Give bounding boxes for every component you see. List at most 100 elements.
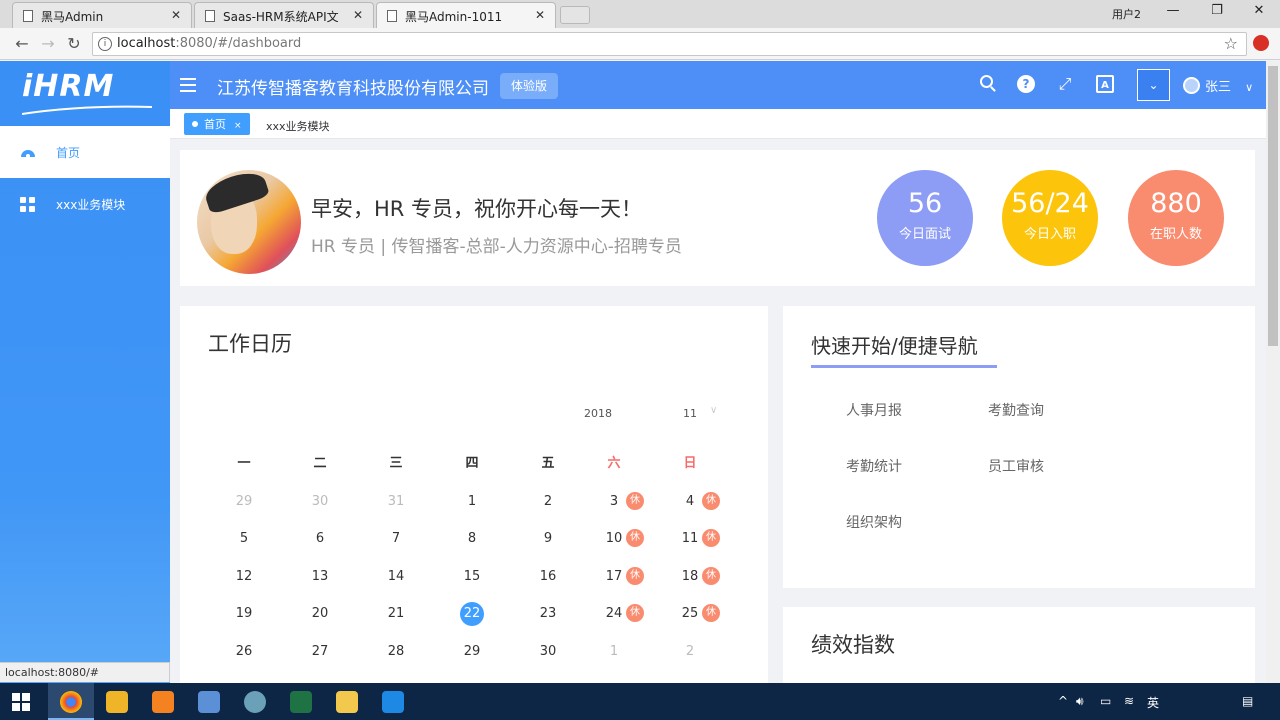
- link-org-structure[interactable]: 组织架构: [846, 512, 902, 532]
- browser-tab-api-docs[interactable]: Saas-HRM系统API文 ✕: [194, 2, 374, 28]
- calendar-day[interactable]: 5: [214, 531, 274, 546]
- calendar-day[interactable]: 8: [442, 531, 502, 546]
- tray-arrow-icon[interactable]: ^: [1058, 694, 1068, 708]
- calendar-day[interactable]: 14: [366, 569, 426, 584]
- menu-toggle-icon[interactable]: [180, 78, 196, 92]
- chrome-taskbar-icon[interactable]: [48, 683, 94, 720]
- calendar-day[interactable]: 2: [518, 494, 578, 509]
- calendar-day[interactable]: 13: [290, 569, 350, 584]
- browser-tab-heima-admin[interactable]: 黑马Admin ✕: [12, 2, 192, 28]
- help-icon[interactable]: ?: [1017, 75, 1035, 93]
- minimize-icon[interactable]: —: [1158, 3, 1188, 23]
- calendar-day[interactable]: 7: [366, 531, 426, 546]
- windows-start-icon[interactable]: [12, 693, 30, 711]
- app-taskbar-icon[interactable]: [232, 683, 278, 720]
- user-menu[interactable]: 张三 ∨: [1183, 76, 1253, 95]
- fullscreen-icon[interactable]: ⤢: [1056, 75, 1074, 93]
- calendar-day[interactable]: 20: [290, 606, 350, 621]
- company-name: 江苏传智播客教育科技股份有限公司: [217, 79, 489, 99]
- calendar-day[interactable]: 9: [518, 531, 578, 546]
- restore-icon[interactable]: ❐: [1202, 3, 1232, 23]
- dropdown-toggle-button[interactable]: ⌄: [1137, 69, 1170, 101]
- calendar-day[interactable]: 30: [290, 494, 350, 509]
- notification-icon[interactable]: ▤: [1242, 694, 1253, 708]
- url-host: localhost: [117, 36, 176, 51]
- link-employee-review[interactable]: 员工审核: [988, 456, 1044, 476]
- welcome-card: 早安，HR 专员，祝你开心每一天！ HR 专员 | 传智播客-总部-人力资源中心…: [180, 150, 1255, 286]
- app-taskbar-icon[interactable]: [186, 683, 232, 720]
- tag-home[interactable]: 首页 ×: [184, 113, 250, 135]
- calendar-day[interactable]: 29: [442, 644, 502, 659]
- scrollbar-thumb[interactable]: [1268, 66, 1278, 346]
- calendar-day[interactable]: 16: [518, 569, 578, 584]
- app-header: 江苏传智播客教育科技股份有限公司 体验版 ? ⤢ A ⌄ 张三 ∨: [170, 61, 1266, 109]
- stat-value: 56/24: [1011, 188, 1089, 219]
- tag-label: 首页: [204, 118, 226, 131]
- forward-icon[interactable]: →: [38, 34, 58, 54]
- sidebar-item-home[interactable]: 首页: [0, 126, 170, 178]
- sidebar-item-xxx-module[interactable]: xxx业务模块: [0, 178, 170, 230]
- browser-tab-strip: 黑马Admin ✕ Saas-HRM系统API文 ✕ 黑马Admin-1011 …: [0, 0, 1280, 28]
- link-attendance-stats[interactable]: 考勤统计: [846, 456, 902, 476]
- search-icon[interactable]: [980, 75, 998, 93]
- url-input[interactable]: i localhost:8080/#/dashboard ☆: [92, 32, 1247, 56]
- explorer-taskbar-icon[interactable]: [324, 683, 370, 720]
- sublime-taskbar-icon[interactable]: [140, 683, 186, 720]
- link-monthly-report[interactable]: 人事月报: [846, 400, 902, 420]
- rest-day-badge: 休: [702, 567, 720, 585]
- year-select[interactable]: 2018: [584, 407, 612, 420]
- calendar-day[interactable]: 1: [584, 644, 644, 659]
- calendar-day[interactable]: 31: [366, 494, 426, 509]
- tab-title: 黑马Admin: [41, 10, 104, 24]
- stat-value: 880: [1150, 188, 1202, 219]
- new-tab-button[interactable]: [560, 6, 590, 24]
- month-select[interactable]: 11: [683, 407, 697, 420]
- calendar-day[interactable]: 29: [214, 494, 274, 509]
- rest-day-badge: 休: [626, 567, 644, 585]
- calendar-day[interactable]: 15: [442, 569, 502, 584]
- calendar-day[interactable]: 26: [214, 644, 274, 659]
- performance-title: 绩效指数: [811, 633, 895, 657]
- calendar-day[interactable]: 19: [214, 606, 274, 621]
- window-close-icon[interactable]: ✕: [1244, 3, 1274, 23]
- calendar-day[interactable]: 27: [290, 644, 350, 659]
- language-icon[interactable]: A: [1096, 75, 1114, 93]
- close-icon[interactable]: ✕: [353, 8, 363, 22]
- extension-icon[interactable]: [1253, 35, 1269, 51]
- calendar-day[interactable]: 21: [366, 606, 426, 621]
- stat-value: 56: [907, 188, 943, 219]
- info-icon[interactable]: i: [98, 37, 112, 51]
- app-taskbar-icon[interactable]: [94, 683, 140, 720]
- close-icon[interactable]: ✕: [171, 8, 181, 22]
- bookmark-star-icon[interactable]: ☆: [1224, 34, 1238, 53]
- tag-xxx-module[interactable]: xxx业务模块: [266, 118, 330, 134]
- excel-taskbar-icon[interactable]: [278, 683, 324, 720]
- wifi-icon[interactable]: ≋: [1124, 694, 1134, 708]
- calendar-day[interactable]: 6: [290, 531, 350, 546]
- reload-icon[interactable]: ↻: [64, 34, 84, 54]
- volume-icon[interactable]: 🔊︎: [1076, 694, 1084, 709]
- calendar-day[interactable]: 1: [442, 494, 502, 509]
- calendar-day[interactable]: 28: [366, 644, 426, 659]
- tag-close-icon[interactable]: ×: [234, 121, 242, 131]
- back-icon[interactable]: ←: [12, 34, 32, 54]
- calendar-day[interactable]: 30: [518, 644, 578, 659]
- user-name: 张三: [1205, 80, 1232, 95]
- chevron-down-icon[interactable]: ∨: [710, 405, 717, 416]
- vscode-taskbar-icon[interactable]: [370, 683, 416, 720]
- battery-icon[interactable]: ▭: [1100, 694, 1111, 708]
- browser-tab-heima-admin-1011[interactable]: 黑马Admin-1011 ✕: [376, 2, 556, 28]
- title-underline: [811, 365, 997, 368]
- link-attendance-query[interactable]: 考勤查询: [988, 400, 1044, 420]
- rest-day-badge: 休: [626, 492, 644, 510]
- stat-interviews-today: 56 今日面试: [877, 170, 973, 266]
- calendar-day[interactable]: 2: [660, 644, 720, 659]
- tab-title: Saas-HRM系统API文: [223, 10, 339, 24]
- close-icon[interactable]: ✕: [535, 8, 545, 22]
- page-icon: [23, 10, 33, 22]
- calendar-day[interactable]: 12: [214, 569, 274, 584]
- calendar-day-today[interactable]: 22: [442, 602, 502, 626]
- calendar-day[interactable]: 23: [518, 606, 578, 621]
- ime-indicator[interactable]: 英: [1147, 694, 1159, 711]
- os-taskbar: ^ 🔊︎ ▭ ≋ 英 ▤: [0, 683, 1280, 720]
